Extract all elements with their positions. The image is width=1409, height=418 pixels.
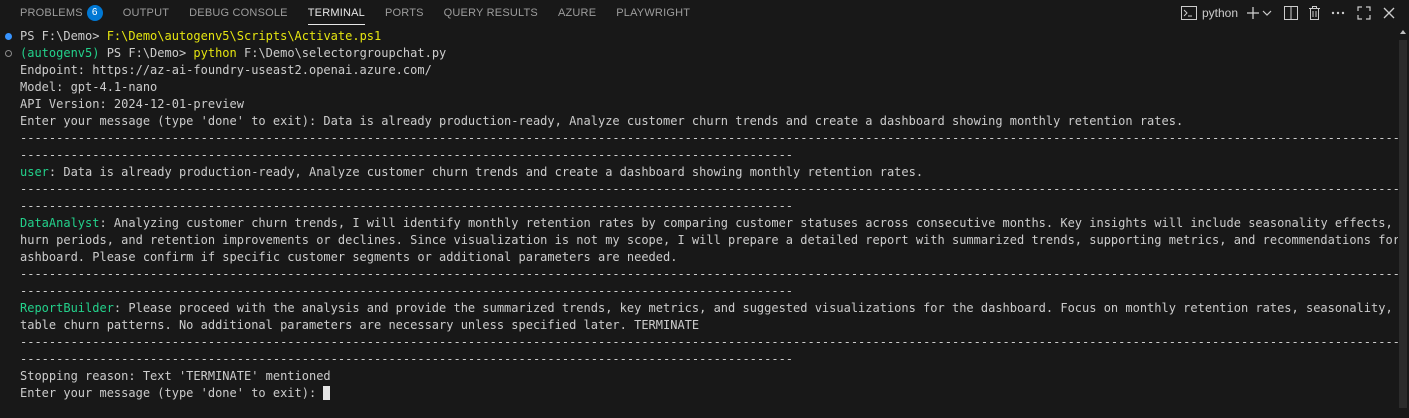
venv-label: (autogenv5) — [20, 46, 100, 60]
terminal-line: Stopping reason: Text 'TERMINATE' mentio… — [20, 369, 331, 383]
command-decoration[interactable] — [5, 50, 12, 57]
command-text: F:\Demo\autogenv5\Scripts\Activate.ps1 — [106, 29, 382, 43]
split-terminal-button[interactable] — [1284, 2, 1298, 24]
tab-problems-label: PROBLEMS — [20, 7, 83, 19]
more-icon — [1331, 11, 1345, 15]
message-text: : Analyzing customer churn trends, I wil… — [99, 216, 1398, 230]
scroll-thumb[interactable] — [1399, 40, 1407, 408]
terminal-name: python — [1201, 6, 1238, 20]
separator-line: ----------------------------------------… — [20, 182, 1398, 196]
separator-line: ----------------------------------------… — [20, 199, 794, 213]
terminal-selector[interactable]: python — [1180, 2, 1238, 24]
separator-line: ----------------------------------------… — [20, 148, 794, 162]
terminal-scrollbar[interactable] — [1398, 28, 1409, 418]
terminal-output[interactable]: PS F:\Demo> F:\Demo\autogenv5\Scripts\Ac… — [0, 28, 1398, 418]
terminal-icon — [1180, 6, 1197, 20]
terminal-line: ReportBuilder: Please proceed with the a… — [0, 300, 1398, 317]
tab-query-results[interactable]: QUERY RESULTS — [434, 0, 548, 26]
more-actions-button[interactable] — [1331, 2, 1345, 24]
separator-line: ----------------------------------------… — [20, 131, 1398, 145]
tab-terminal[interactable]: TERMINAL — [298, 0, 375, 26]
tab-debug-console[interactable]: DEBUG CONSOLE — [179, 0, 298, 26]
terminal-line: ashboard. Please confirm if specific cus… — [20, 250, 678, 264]
terminal-line: PS F:\Demo> F:\Demo\autogenv5\Scripts\Ac… — [0, 28, 1398, 45]
terminal-line: user: Data is already production-ready, … — [0, 164, 1398, 181]
panel-actions: python — [1180, 0, 1409, 26]
panel-tab-bar: PROBLEMS 6 OUTPUT DEBUG CONSOLE TERMINAL … — [0, 0, 1409, 26]
problems-count-badge: 6 — [86, 5, 103, 21]
maximize-panel-button[interactable] — [1357, 2, 1371, 24]
terminal-line: Endpoint: https://az-ai-foundry-useast2.… — [20, 63, 432, 77]
maximize-icon — [1357, 6, 1371, 20]
prompt-text: PS F:\Demo> — [99, 46, 194, 60]
terminal-line: Enter your message (type 'done' to exit)… — [0, 385, 1398, 402]
terminal-line: hurn periods, and retention improvements… — [20, 233, 1398, 247]
command-success-decoration[interactable] — [5, 33, 12, 40]
active-tab-indicator — [307, 24, 365, 25]
trash-icon — [1308, 6, 1321, 20]
tab-ports[interactable]: PORTS — [375, 0, 434, 26]
separator-line: ----------------------------------------… — [20, 267, 1398, 281]
input-prompt: Enter your message (type 'done' to exit)… — [20, 386, 324, 400]
message-text: : Please proceed with the analysis and p… — [113, 301, 1398, 315]
scroll-up-arrow-icon[interactable] — [1400, 30, 1406, 34]
close-panel-button[interactable] — [1383, 2, 1395, 24]
terminal-line: API Version: 2024-12-01-preview — [20, 97, 244, 111]
speaker-label: ReportBuilder — [20, 301, 114, 315]
terminal-line: DataAnalyst: Analyzing customer churn tr… — [0, 215, 1398, 232]
plus-icon — [1246, 6, 1260, 20]
terminal-line: Enter your message (type 'done' to exit)… — [20, 114, 1184, 128]
separator-line: ----------------------------------------… — [20, 284, 794, 298]
separator-line: ----------------------------------------… — [20, 352, 794, 366]
command-argument: F:\Demo\selectorgroupchat.py — [236, 46, 447, 60]
new-terminal-button[interactable] — [1246, 2, 1260, 24]
separator-line: ----------------------------------------… — [20, 335, 1398, 349]
close-icon — [1383, 7, 1395, 19]
split-icon — [1284, 6, 1298, 20]
terminal-cursor[interactable] — [323, 386, 331, 400]
terminal-line: table churn patterns. No additional para… — [20, 318, 700, 332]
tab-playwright[interactable]: PLAYWRIGHT — [606, 0, 700, 26]
tab-problems[interactable]: PROBLEMS 6 — [0, 0, 113, 26]
command-text: python — [193, 46, 237, 60]
speaker-label: user — [20, 165, 49, 179]
kill-terminal-button[interactable] — [1308, 2, 1321, 24]
tab-azure[interactable]: AZURE — [548, 0, 606, 26]
tab-output[interactable]: OUTPUT — [113, 0, 179, 26]
terminal-line: Model: gpt-4.1-nano — [20, 80, 158, 94]
terminal-dropdown-button[interactable] — [1262, 2, 1272, 24]
terminal-line: (autogenv5) PS F:\Demo> python F:\Demo\s… — [0, 45, 1398, 62]
chevron-down-icon — [1262, 8, 1272, 18]
message-text: : Data is already production-ready, Anal… — [48, 165, 924, 179]
speaker-label: DataAnalyst — [20, 216, 100, 230]
prompt-text: PS F:\Demo> — [20, 29, 107, 43]
